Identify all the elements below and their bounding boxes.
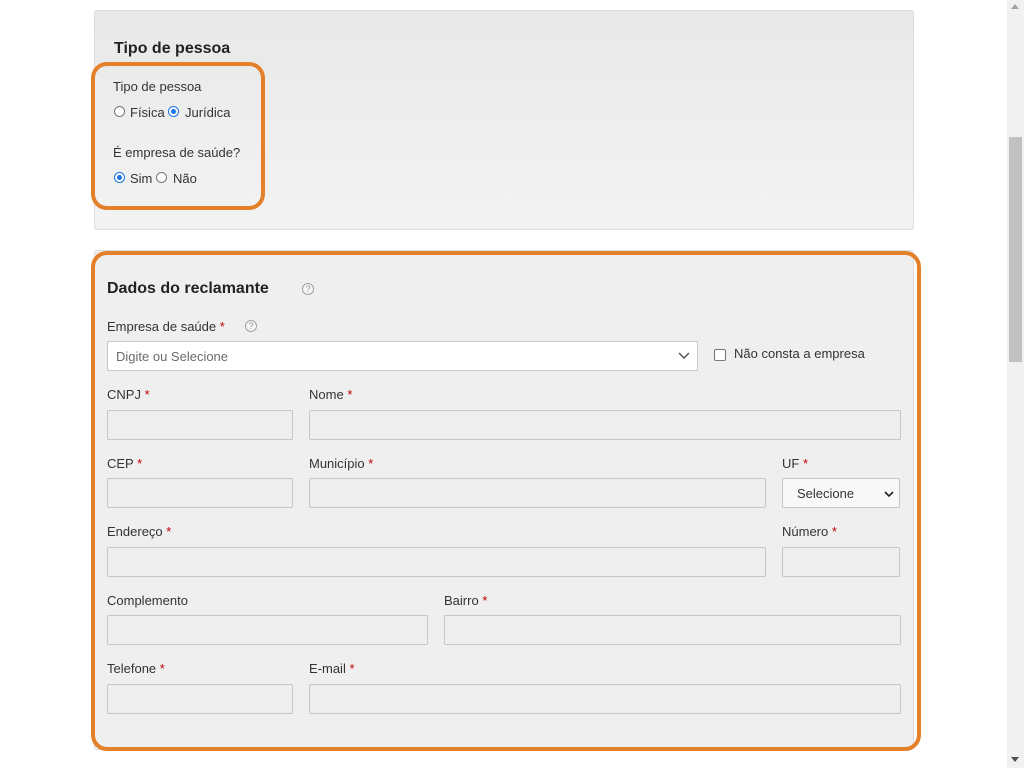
tipo-pessoa-title: Tipo de pessoa: [114, 40, 231, 57]
scroll-thumb[interactable]: [1009, 137, 1022, 362]
scroll-up-icon[interactable]: [1011, 4, 1019, 9]
highlight-tipo-pessoa: [91, 62, 265, 210]
highlight-reclamante: [91, 251, 921, 751]
page-scrollbar[interactable]: [1007, 0, 1024, 768]
scroll-down-icon[interactable]: [1011, 757, 1019, 762]
